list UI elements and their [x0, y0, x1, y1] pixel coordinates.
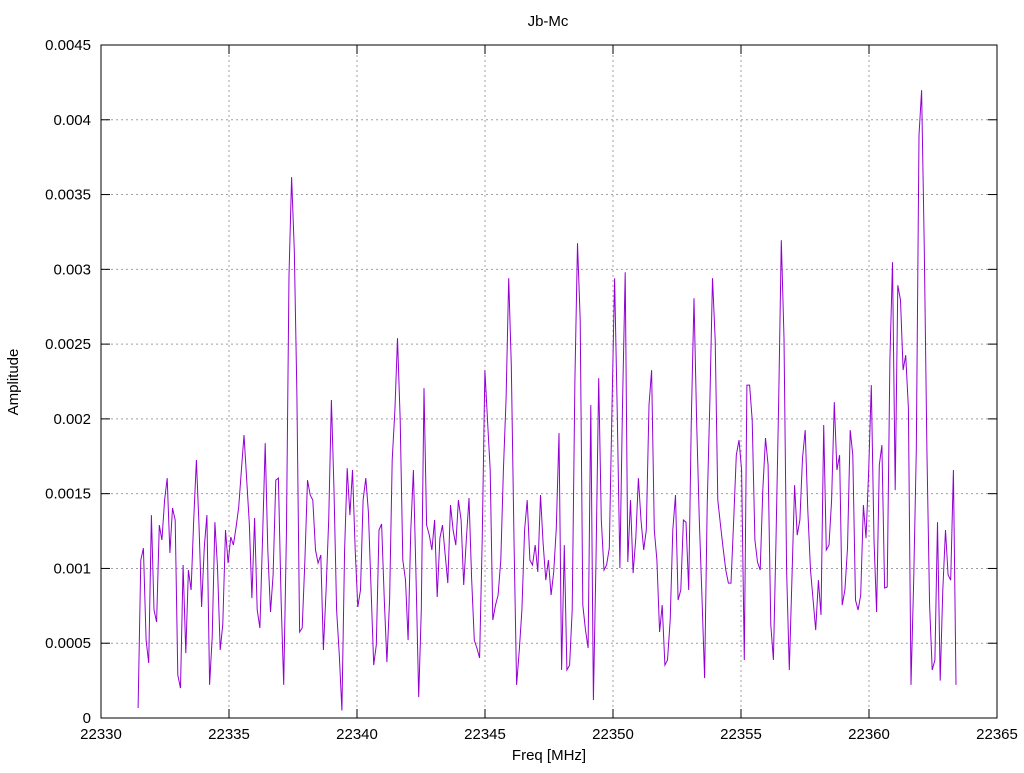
- y-tick-label: 0.0045: [45, 37, 91, 54]
- series-line: [137, 90, 957, 711]
- y-tick-label: 0.0005: [45, 635, 91, 652]
- y-tick-label: 0.002: [53, 411, 91, 428]
- plot-border: [100, 44, 998, 719]
- x-tick-label: 22335: [208, 726, 250, 743]
- x-tick-label: 22350: [592, 726, 634, 743]
- x-axis-label: Freq [MHz]: [512, 747, 586, 764]
- x-tick-label: 22360: [848, 726, 890, 743]
- x-tick-label: 22345: [464, 726, 506, 743]
- x-tick-label: 22330: [80, 726, 122, 743]
- y-axis-label: Amplitude: [5, 349, 22, 416]
- y-tick-labels: 0 0.0005 0.001 0.0015 0.002 0.0025 0.003 0.0035…: [45, 37, 91, 727]
- chart: 22330 22335 22340 22345 22350 22355 22360 22365…: [5, 13, 1018, 764]
- y-tick-label: 0.004: [53, 112, 91, 129]
- y-tick-label: 0.001: [53, 560, 91, 577]
- y-tick-label: 0.003: [53, 261, 91, 278]
- tick-marks: [100, 44, 998, 719]
- y-tick-label: 0.0025: [45, 336, 91, 353]
- grid: [101, 45, 997, 718]
- chart-title: Jb-Mc: [528, 13, 569, 30]
- x-tick-label: 22355: [720, 726, 762, 743]
- y-tick-label: 0: [83, 710, 91, 727]
- x-tick-labels: 22330 22335 22340 22345 22350 22355 22360 22365: [80, 726, 1018, 743]
- y-tick-label: 0.0015: [45, 486, 91, 503]
- x-tick-label: 22365: [976, 726, 1018, 743]
- y-tick-label: 0.0035: [45, 187, 91, 204]
- x-tick-label: 22340: [336, 726, 378, 743]
